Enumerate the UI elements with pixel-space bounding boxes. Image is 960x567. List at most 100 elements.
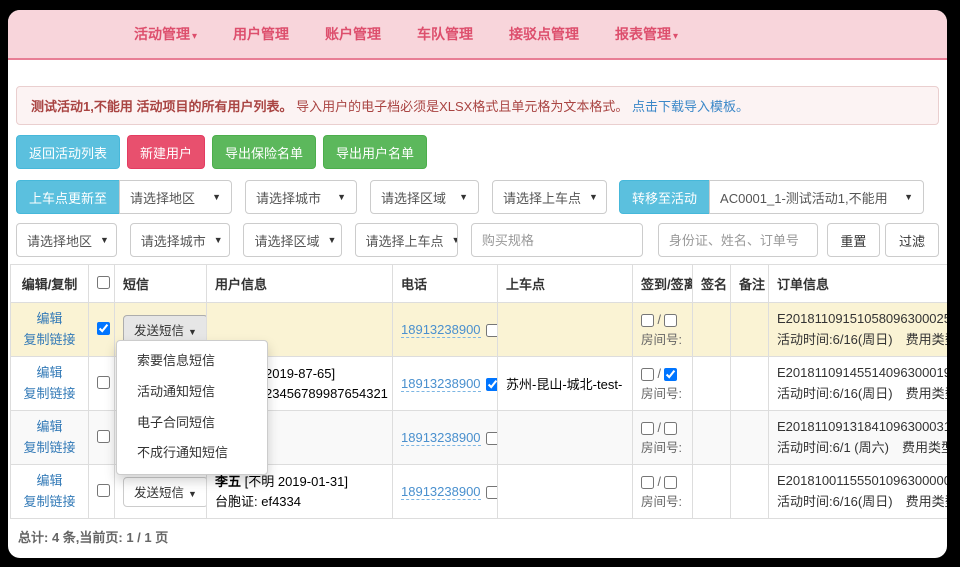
copy-link[interactable]: 复制链接: [19, 330, 80, 350]
checkout-checkbox[interactable]: [664, 314, 677, 327]
phone-cell: 18913238900: [393, 411, 498, 465]
nav-item[interactable]: 账户管理▾: [325, 24, 381, 44]
edit-link[interactable]: 编辑: [19, 309, 80, 329]
checkin-cell: / 房间号:: [633, 465, 693, 519]
copy-link[interactable]: 复制链接: [19, 492, 80, 512]
search-input[interactable]: [658, 223, 818, 257]
nav-item[interactable]: 报表管理▾: [615, 24, 678, 44]
edit-copy-cell: 编辑 复制链接: [11, 411, 89, 465]
phone-checkbox[interactable]: [486, 486, 498, 499]
checkin-checkbox[interactable]: [641, 314, 654, 327]
chevron-down-icon: ▾: [673, 31, 678, 42]
user-id-line: 23456789987654321: [265, 384, 384, 404]
region-select-2[interactable]: 请选择地区▼: [16, 223, 117, 257]
sms-menu-item[interactable]: 不成行通知短信: [117, 438, 267, 469]
copy-link[interactable]: 复制链接: [19, 438, 80, 458]
download-template-link[interactable]: 点击下载导入模板。: [632, 99, 749, 114]
checkin-checkbox[interactable]: [641, 368, 654, 381]
checkin-cell: / 房间号:: [633, 411, 693, 465]
edit-link[interactable]: 编辑: [19, 417, 80, 437]
phone-link[interactable]: 18913238900: [401, 376, 481, 392]
pickup-select-2[interactable]: 请选择上车点▼: [355, 223, 458, 257]
back-to-activities-button[interactable]: 返回活动列表: [16, 135, 120, 169]
header-checkin: 签到/签离: [633, 265, 693, 303]
order-time-fee: 活动时间:6/16(周日) 费用类型: [777, 330, 946, 350]
sign-cell: [693, 303, 731, 357]
phone-link[interactable]: 18913238900: [401, 430, 481, 446]
row-select-cell: [89, 303, 115, 357]
pickup-update-row: 上车点更新至 请选择地区▼ 请选择城市▼ 请选择区域▼ 请选择上车点▼ 转移至活…: [16, 180, 939, 214]
order-info-cell: E20181001155501096300000 活动时间:6/16(周日) 费…: [769, 465, 948, 519]
sms-menu-item[interactable]: 索要信息短信: [117, 346, 267, 377]
checkout-checkbox[interactable]: [664, 368, 677, 381]
checkout-checkbox[interactable]: [664, 422, 677, 435]
phone-link[interactable]: 18913238900: [401, 484, 481, 500]
nav-item[interactable]: 车队管理▾: [417, 24, 473, 44]
checkin-cell: / 房间号:: [633, 303, 693, 357]
select-all-checkbox[interactable]: [97, 276, 110, 289]
sms-menu-item[interactable]: 活动通知短信: [117, 377, 267, 408]
sign-cell: [693, 465, 731, 519]
phone-cell: 18913238900: [393, 303, 498, 357]
order-number: E20181109145514096300019: [777, 363, 946, 383]
checkout-checkbox[interactable]: [664, 476, 677, 489]
edit-copy-cell: 编辑 复制链接: [11, 357, 89, 411]
transfer-activity-button[interactable]: 转移至活动: [619, 180, 710, 214]
nav-item[interactable]: 活动管理▾: [134, 24, 197, 44]
user-id-line: 台胞证: ef4334: [215, 492, 384, 512]
room-number-label: 房间号:: [641, 492, 684, 512]
alert-text: 导入用户的电子档必须是XLSX格式且单元格为文本格式。: [296, 99, 628, 114]
phone-link[interactable]: 18913238900: [401, 322, 481, 338]
row-checkbox[interactable]: [97, 430, 110, 443]
alert-bold-text: 测试活动1,不能用 活动项目的所有用户列表。: [31, 99, 292, 114]
copy-link[interactable]: 复制链接: [19, 384, 80, 404]
edit-link[interactable]: 编辑: [19, 363, 80, 383]
nav-item[interactable]: 用户管理▾: [233, 24, 289, 44]
reset-button[interactable]: 重置: [827, 223, 880, 257]
district-select-1[interactable]: 请选择区域▼: [370, 180, 479, 214]
chevron-down-icon: ▼: [188, 489, 197, 499]
row-checkbox[interactable]: [97, 376, 110, 389]
screenshot-frame: 活动管理▾ 用户管理▾ 账户管理▾ 车队管理▾ 接驳点管理▾ 报表管理▾ 测试活…: [0, 0, 960, 567]
chevron-down-icon: ▼: [589, 192, 598, 202]
send-sms-button[interactable]: 发送短信▼: [123, 477, 207, 507]
sms-menu-item[interactable]: 电子合同短信: [117, 408, 267, 439]
user-table-wrap: 编辑/复制 短信 用户信息 电话 上车点 签到/签离 签名 备注 订单信息 编: [10, 264, 947, 519]
user-detail: 2019-87-65]: [265, 366, 335, 381]
room-number-label: 房间号:: [641, 384, 684, 404]
pickup-select-1[interactable]: 请选择上车点▼: [492, 180, 607, 214]
city-select-2[interactable]: 请选择城市▼: [130, 223, 231, 257]
export-users-button[interactable]: 导出用户名单: [323, 135, 427, 169]
chevron-down-icon: ▼: [214, 235, 223, 245]
order-time-fee: 活动时间:6/1 (周六) 费用类型: [777, 438, 946, 458]
new-user-button[interactable]: 新建用户: [127, 135, 205, 169]
checkin-checkbox[interactable]: [641, 422, 654, 435]
phone-cell: 18913238900: [393, 357, 498, 411]
app-page: 活动管理▾ 用户管理▾ 账户管理▾ 车队管理▾ 接驳点管理▾ 报表管理▾ 测试活…: [8, 10, 947, 558]
phone-checkbox[interactable]: [486, 378, 498, 391]
export-insurance-button[interactable]: 导出保险名单: [212, 135, 316, 169]
city-select-1[interactable]: 请选择城市▼: [245, 180, 357, 214]
nav-item[interactable]: 接驳点管理▾: [509, 24, 579, 44]
edit-copy-cell: 编辑 复制链接: [11, 465, 89, 519]
region-select-1[interactable]: 请选择地区▼: [119, 180, 232, 214]
pickup-cell: 苏州-昆山-城北-test-: [498, 357, 633, 411]
row-select-cell: [89, 357, 115, 411]
phone-checkbox[interactable]: [486, 432, 498, 445]
row-checkbox[interactable]: [97, 322, 110, 335]
order-number: E20181109151058096300025: [777, 309, 946, 329]
phone-checkbox[interactable]: [486, 324, 498, 337]
chevron-down-icon: ▼: [212, 192, 221, 202]
edit-link[interactable]: 编辑: [19, 471, 80, 491]
filter-button[interactable]: 过滤: [885, 223, 939, 257]
checkin-checkbox[interactable]: [641, 476, 654, 489]
order-info-cell: E20181109131841096300031 活动时间:6/1 (周六) 费…: [769, 411, 948, 465]
header-user-info: 用户信息: [207, 265, 393, 303]
row-checkbox[interactable]: [97, 484, 110, 497]
district-select-2[interactable]: 请选择区域▼: [243, 223, 341, 257]
update-pickup-button[interactable]: 上车点更新至: [16, 180, 120, 214]
note-cell: [731, 357, 769, 411]
activity-select[interactable]: AC0001_1-测试活动1,不能用▼: [709, 180, 924, 214]
spec-input[interactable]: [471, 223, 643, 257]
table-header-row: 编辑/复制 短信 用户信息 电话 上车点 签到/签离 签名 备注 订单信息: [11, 265, 948, 303]
